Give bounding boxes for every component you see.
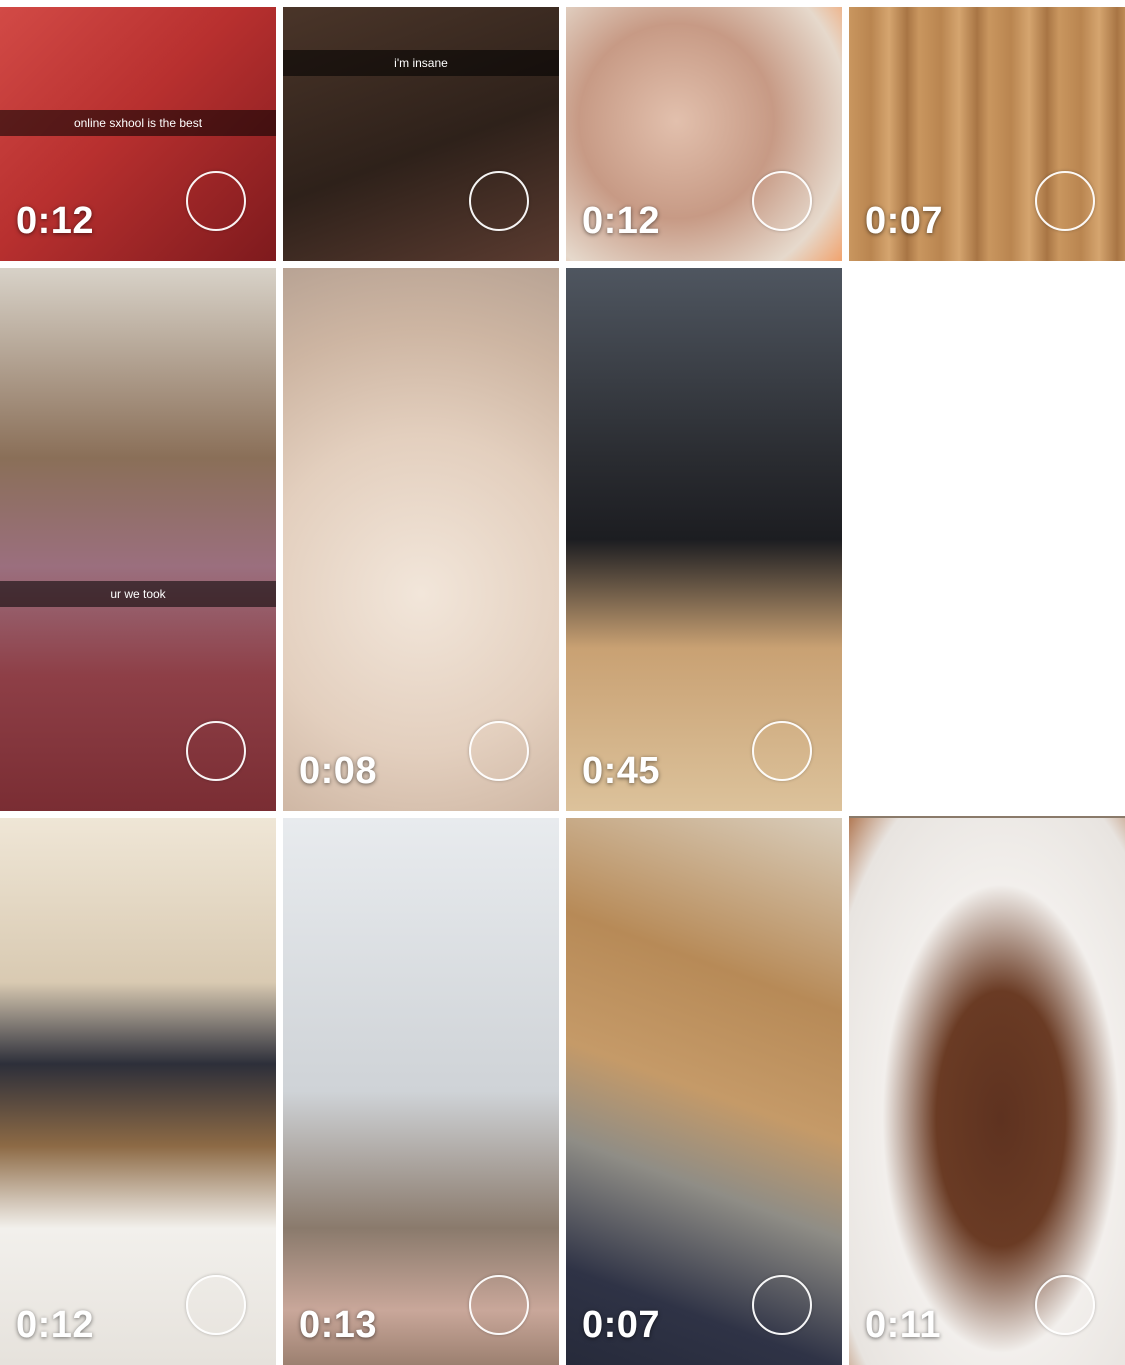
select-circle-icon[interactable] <box>186 1275 246 1335</box>
row-divider <box>849 816 1125 818</box>
video-duration: 0:07 <box>582 1304 661 1346</box>
video-duration: 0:45 <box>582 750 661 792</box>
video-duration: 0:11 <box>865 1304 941 1346</box>
select-circle-icon[interactable] <box>1035 171 1095 231</box>
media-tile[interactable]: 0:07 <box>566 818 842 1365</box>
video-duration: 0:12 <box>582 200 661 242</box>
media-tile[interactable]: ur we took <box>0 268 276 811</box>
media-tile[interactable]: 0:08 <box>283 268 559 811</box>
media-tile[interactable]: i'm insane <box>283 7 559 261</box>
snap-caption: ur we took <box>0 581 276 607</box>
video-duration: 0:08 <box>299 750 378 792</box>
media-tile[interactable]: 0:07 <box>849 7 1125 261</box>
select-circle-icon[interactable] <box>1035 1275 1095 1335</box>
media-tile[interactable]: 0:12 <box>566 7 842 261</box>
video-duration: 0:12 <box>16 1304 95 1346</box>
select-circle-icon[interactable] <box>469 171 529 231</box>
snap-caption: i'm insane <box>283 50 559 76</box>
media-tile[interactable]: online sxhool is the best 0:12 <box>0 7 276 261</box>
media-tile[interactable]: 0:12 <box>0 818 276 1365</box>
media-grid: online sxhool is the best 0:12 i'm insan… <box>0 7 1125 1365</box>
media-tile[interactable]: 0:11 <box>849 818 1125 1365</box>
snap-caption: online sxhool is the best <box>0 110 276 136</box>
video-duration: 0:12 <box>16 200 95 242</box>
select-circle-icon[interactable] <box>752 1275 812 1335</box>
media-tile[interactable]: 0:45 <box>566 268 842 811</box>
video-duration: 0:13 <box>299 1304 378 1346</box>
select-circle-icon[interactable] <box>752 171 812 231</box>
select-circle-icon[interactable] <box>186 171 246 231</box>
media-tile[interactable]: 0:13 <box>283 818 559 1365</box>
select-circle-icon[interactable] <box>186 721 246 781</box>
video-duration: 0:07 <box>865 200 944 242</box>
select-circle-icon[interactable] <box>752 721 812 781</box>
select-circle-icon[interactable] <box>469 1275 529 1335</box>
select-circle-icon[interactable] <box>469 721 529 781</box>
